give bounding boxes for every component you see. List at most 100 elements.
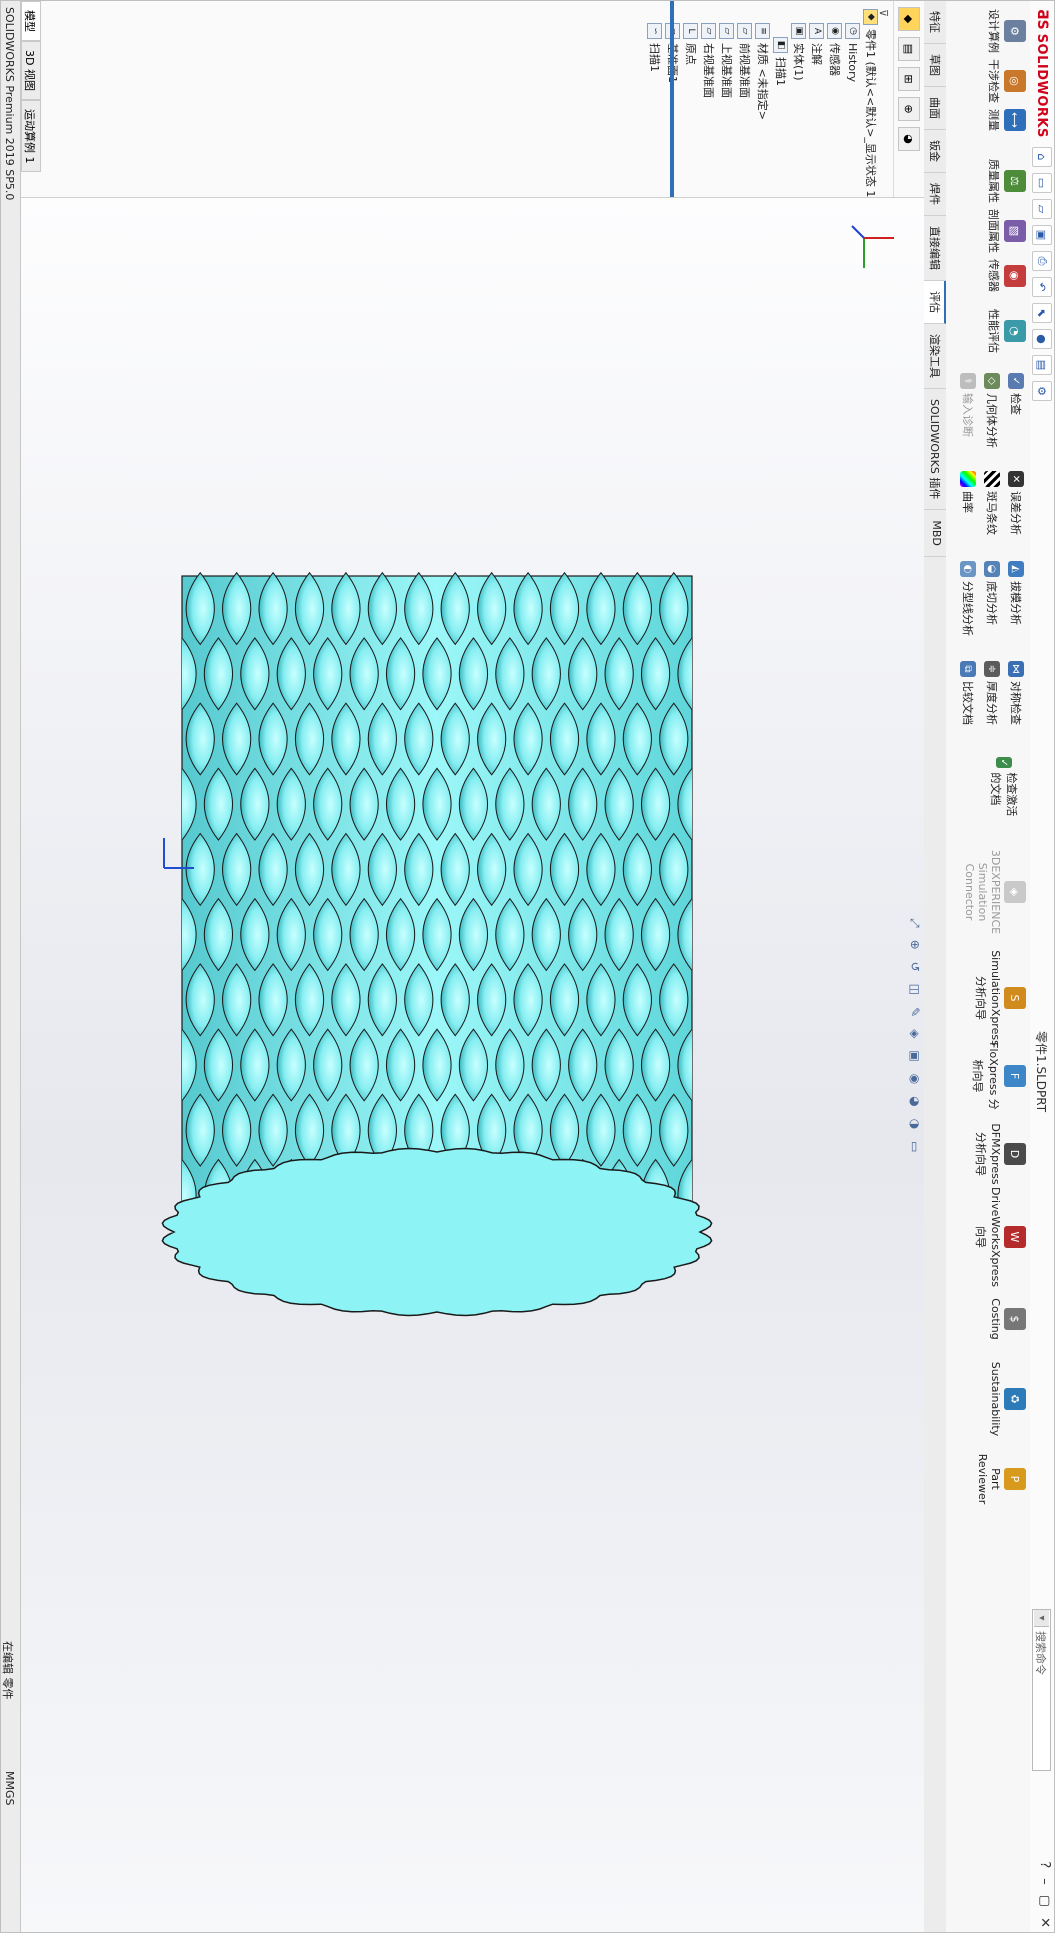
tree-item-material[interactable]: ≡ 材质 <未指定> [754, 9, 772, 211]
dfmxpress-icon: D [1004, 1143, 1026, 1165]
configuration-manager-tab-icon[interactable]: ⊞ [898, 67, 920, 91]
tree-item-sweep1[interactable]: ∽ 扫描1 [646, 9, 664, 211]
mass-properties-icon: ⚖ [1004, 170, 1026, 192]
file-properties-icon[interactable]: ▤ [1032, 355, 1052, 375]
property-manager-tab-icon[interactable]: ▤ [898, 37, 920, 61]
save-icon[interactable]: ▣ [1032, 225, 1052, 245]
home-icon[interactable]: ⌂ [1032, 147, 1052, 167]
deviation-analysis-button[interactable]: ✕ 误差分析 [1008, 471, 1024, 535]
print-icon[interactable]: ⎙ [1032, 251, 1052, 271]
tree-item-right-plane[interactable]: ▱ 右视基准面 [700, 9, 718, 211]
geometry-analysis-button[interactable]: ◇ 几何体分析 [984, 373, 1000, 448]
feature-tree-tab-icon[interactable]: ◆ [898, 7, 920, 31]
3dexperience-simulation-connector[interactable]: ◈ 3DEXPERIENCE Simulation Connector [963, 837, 1026, 947]
minimize-icon[interactable]: – [1037, 1878, 1052, 1885]
measure-button[interactable]: ⟷ 测量 [986, 109, 1026, 131]
tab-3d-views[interactable]: 3D 视图 [21, 41, 41, 100]
tree-item-body-sweep[interactable]: ◧ 扫描1 [772, 9, 790, 211]
part-icon: ◆ [863, 9, 879, 25]
tree-item-solid-bodies[interactable]: ▣ 实体(1) [790, 9, 808, 211]
tab-evaluate[interactable]: 评估 [924, 281, 946, 324]
tab-model[interactable]: 模型 [21, 1, 41, 41]
sustainability-icon: ♻ [1004, 1388, 1026, 1410]
scale-cell [696, 834, 724, 906]
scale-cell [131, 899, 159, 971]
parting-line-analysis-button[interactable]: ◐ 分型线分析 [960, 561, 976, 636]
curvature-button[interactable]: 曲率 [960, 471, 976, 513]
editing-state-label: 在编辑 零件 [1, 1641, 14, 1700]
design-study-button[interactable]: ⚙ 设计算例 [986, 9, 1026, 53]
thickness-analysis-button[interactable]: ≑ 厚度分析 [984, 661, 1000, 725]
dimxpert-tab-icon[interactable]: ⊕ [898, 97, 920, 121]
interference-icon: ◎ [1004, 70, 1026, 92]
help-icon[interactable]: ? [1037, 1861, 1052, 1868]
draft-analysis-button[interactable]: ◭ 拔模分析 [1008, 561, 1024, 625]
scale-cell [150, 1094, 178, 1166]
interference-check-button[interactable]: ◎ 干涉检查 [986, 59, 1026, 103]
tab-solidworks-addins[interactable]: SOLIDWORKS 插件 [924, 389, 946, 511]
check-button[interactable]: ✓ 检查 [1008, 373, 1024, 415]
scale-cell [696, 573, 724, 645]
tree-item-origin[interactable]: L 原点 [682, 9, 700, 211]
origin-icon: L [683, 23, 699, 39]
restore-icon[interactable]: ▢ [1037, 1895, 1052, 1907]
panel-splitter[interactable] [670, 1, 674, 197]
section-properties-icon: ▧ [1004, 220, 1026, 242]
plane-icon: ▱ [701, 23, 717, 39]
display-manager-tab-icon[interactable]: ◕ [898, 127, 920, 151]
sustainability-button[interactable]: ♻ Sustainability [989, 1359, 1026, 1439]
floxpress-button[interactable]: F FloXpress 分析向导 [970, 1041, 1026, 1111]
zebra-stripes-button[interactable]: 斑马条纹 [984, 471, 1000, 535]
part-model[interactable] [9, 198, 924, 1933]
simulationxpress-button[interactable]: S SimulationXpress 分析向导 [973, 950, 1026, 1046]
new-document-icon[interactable]: ▭ [1032, 173, 1052, 193]
tab-sheet-metal[interactable]: 钣金 [924, 130, 946, 173]
tree-item-front-plane[interactable]: ▱ 前视基准面 [736, 9, 754, 211]
search-commands-input[interactable]: ▾ 搜索命令 [1032, 1609, 1051, 1771]
part-reviewer-icon: P [1004, 1468, 1026, 1490]
undercut-analysis-button[interactable]: ◒ 底切分析 [984, 561, 1000, 625]
tree-item-history[interactable]: ◷ History [844, 9, 862, 211]
tree-root[interactable]: ◆ 零件1 (默认<<默认>_显示状态 1>) [862, 9, 880, 211]
tree-item-top-plane[interactable]: ▱ 上视基准面 [718, 9, 736, 211]
symmetry-icon: ⋈ [1008, 661, 1024, 677]
rebuild-icon[interactable]: ● [1032, 329, 1052, 349]
tree-item-annotations[interactable]: A 注解 [808, 9, 826, 211]
scale-cell [131, 1029, 159, 1101]
history-icon: ◷ [845, 23, 861, 39]
search-scope-icon[interactable]: ▾ [1034, 1610, 1049, 1627]
document-title: 零件1.SLDPRT [1034, 1031, 1048, 1113]
check-active-document-button[interactable]: ✓ 检查激活的文档 [988, 757, 1020, 827]
options-gear-icon[interactable]: ⚙ [1032, 381, 1052, 401]
driveworksxpress-button[interactable]: W DriveWorksXpress 向导 [973, 1187, 1026, 1287]
floxpress-icon: F [1004, 1065, 1026, 1087]
compare-documents-button[interactable]: ⧉ 比较文档 [960, 661, 976, 725]
tab-sketch[interactable]: 草图 [924, 44, 946, 87]
tab-motion-study[interactable]: 运动算例 1 [21, 99, 41, 173]
geometry-analysis-icon: ◇ [984, 373, 1000, 389]
part-reviewer-button[interactable]: P Part Reviewer [976, 1449, 1026, 1509]
costing-button[interactable]: $ Costing [989, 1289, 1026, 1349]
dfmxpress-button[interactable]: D DFMXpress 分析向导 [973, 1119, 1026, 1189]
tab-features[interactable]: 特征 [924, 1, 946, 44]
mass-properties-button[interactable]: ⚖ 质量属性 [986, 159, 1026, 203]
tab-mbd[interactable]: MBD [924, 510, 946, 557]
tab-direct-editing[interactable]: 直接编辑 [924, 216, 946, 281]
units-selector[interactable]: MMGS [3, 1771, 16, 1806]
import-diagnostics-button[interactable]: ⚕ 输入诊断 [960, 373, 976, 437]
tab-weldments[interactable]: 焊件 [924, 173, 946, 216]
close-icon[interactable]: ✕ [1037, 1917, 1052, 1928]
section-properties-button[interactable]: ▧ 剖面属性 [986, 209, 1026, 253]
symmetry-check-button[interactable]: ⋈ 对称检查 [1008, 661, 1024, 725]
feature-tree: ◆ 零件1 (默认<<默认>_显示状态 1>) ◷ History ◉ 传感器 A 注解… [646, 9, 880, 211]
open-icon[interactable]: ▱ [1032, 199, 1052, 219]
undo-icon[interactable]: ↶ [1032, 277, 1052, 297]
tab-surfaces[interactable]: 曲面 [924, 87, 946, 130]
graphics-viewport[interactable]: ⤢ ⊕ ↺ ◫ ✎ ◈ ▣ ◉ ◕ ◑ ▭ [9, 198, 924, 1933]
tab-render-tools[interactable]: 渲染工具 [924, 324, 946, 389]
sensor-button[interactable]: ◉ 传感器 [986, 259, 1026, 292]
scale-cell [150, 964, 178, 1036]
tree-item-sensors[interactable]: ◉ 传感器 [826, 9, 844, 211]
performance-evaluation-button[interactable]: ◔ 性能评估 [986, 309, 1026, 353]
select-icon[interactable]: ⬉ [1032, 303, 1052, 323]
